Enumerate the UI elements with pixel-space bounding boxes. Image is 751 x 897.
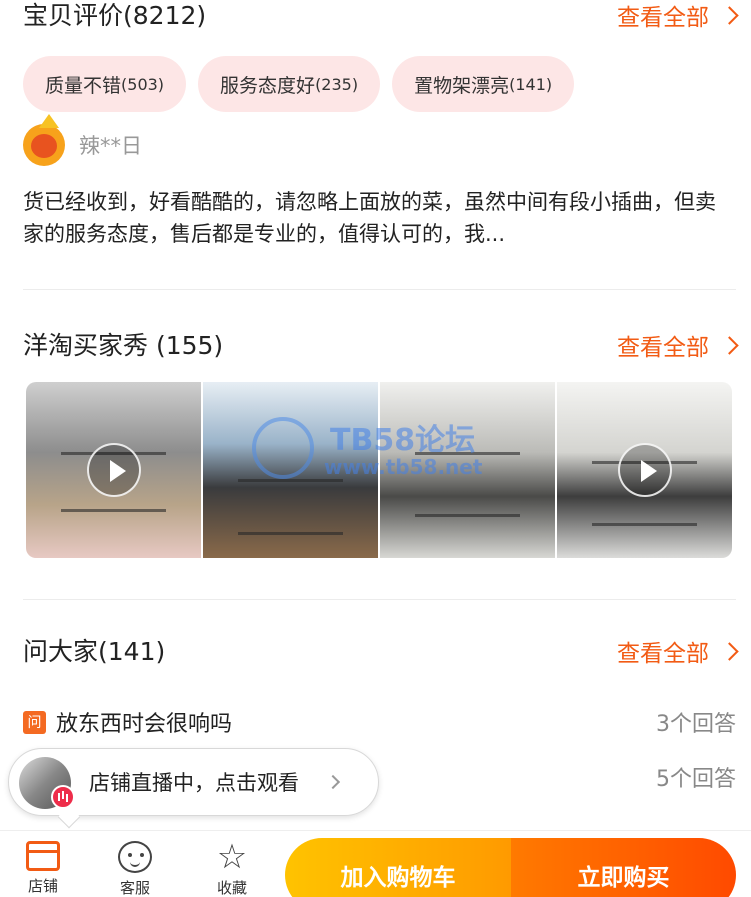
question-text: 放东西时会很响吗 [56,712,233,737]
reviewer: 辣**日 [23,114,142,166]
buyer-photo[interactable] [26,382,201,558]
service-icon [118,841,152,873]
reviewer-name: 辣**日 [79,134,142,158]
play-icon [86,443,141,497]
buyer-photo[interactable] [557,382,732,558]
chevron-right-icon [720,335,739,355]
review-text[interactable]: 货已经收到，好看酷酷的，请忽略上面放的菜，虽然中间有段小插曲，但卖家的服务态度，… [23,186,735,250]
watermark: TB58论坛 www.tb58.net [252,415,502,485]
pill-tail [57,805,81,829]
review-tags: 质量不错 (503) 服务态度好 (235) 置物架漂亮 (141) [23,56,575,112]
buy-now-button[interactable]: 立即购买 [511,838,736,897]
buyer-show-view-all-link[interactable]: 查看全部 [617,328,739,362]
nav-service[interactable]: 客服 [100,841,170,897]
view-all-label: 查看全部 [617,641,709,667]
chevron-right-icon [325,774,341,790]
tag-label: 质量不错 [45,74,122,97]
review-tag[interactable]: 服务态度好 (235) [198,56,381,112]
review-tag[interactable]: 质量不错 (503) [23,56,187,112]
chevron-right-icon [720,641,739,661]
tag-count: (503) [121,74,165,94]
photo-shelf [61,508,166,512]
photo-shelf [592,522,697,526]
tag-count: (141) [509,74,553,94]
nav-shop[interactable]: 店铺 [8,841,78,896]
live-bars-icon [51,785,75,809]
live-text: 店铺直播中，点击观看 [89,771,299,795]
view-all-label: 查看全部 [617,5,709,31]
ask-view-all-link[interactable]: 查看全部 [617,634,739,668]
nav-service-label: 客服 [119,879,150,897]
play-icon [617,443,672,497]
chevron-right-icon [720,5,739,25]
add-to-cart-button[interactable]: 加入购物车 [285,838,511,897]
avatar [23,114,65,166]
answer-count: 3个回答 [656,712,736,737]
photo-shelf [415,514,520,517]
buyer-show-title: 洋淘买家秀 (155) [23,331,224,360]
nav-favorite-label: 收藏 [216,879,247,897]
tag-count: (235) [315,74,359,94]
answer-count: 5个回答 [656,767,736,792]
divider [23,289,736,290]
tag-label: 服务态度好 [220,74,316,97]
review-tag[interactable]: 置物架漂亮 (141) [392,56,575,112]
live-stream-pill[interactable]: 店铺直播中，点击观看 [8,748,379,829]
ask-icon: 问 [23,710,46,734]
nav-favorite[interactable]: ☆ 收藏 [197,837,267,897]
reviews-title: 宝贝评价(8212) [23,1,207,30]
shop-icon [26,841,60,871]
tag-label: 置物架漂亮 [414,74,510,97]
nav-shop-label: 店铺 [27,877,58,895]
reviews-view-all-link[interactable]: 查看全部 [617,0,739,32]
watermark-title: TB58论坛 [330,423,476,458]
ask-title: 问大家(141) [23,637,166,666]
divider [23,599,736,600]
crown-icon [39,114,59,128]
question-row[interactable]: 问 放东西时会很响吗 3个回答 [23,706,736,738]
watermark-logo [252,417,314,479]
avatar-face [31,134,57,158]
watermark-url: www.tb58.net [324,455,483,479]
photo-shelf [238,531,343,535]
view-all-label: 查看全部 [617,335,709,361]
question-left: 问 放东西时会很响吗 [23,706,232,738]
star-icon: ☆ [216,837,248,877]
